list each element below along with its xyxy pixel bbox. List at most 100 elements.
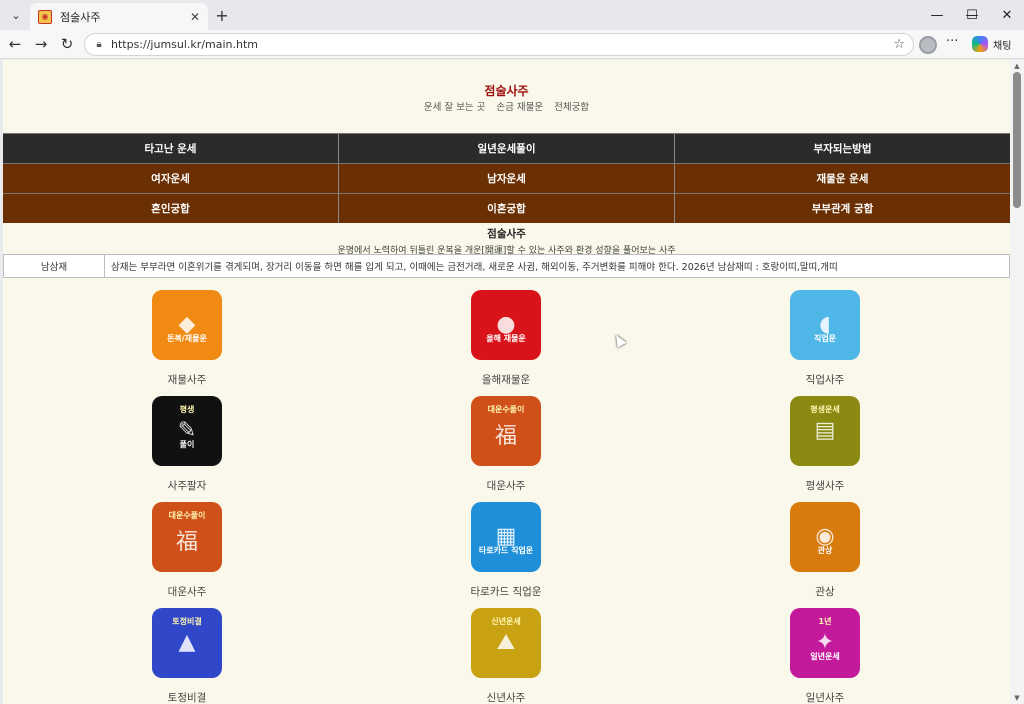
- header-link[interactable]: 손금 재물운: [496, 102, 543, 113]
- tab-close-icon[interactable]: ✕: [190, 10, 200, 24]
- tarot-cards-icon[interactable]: ▦ 타로카드 직업운: [471, 502, 541, 572]
- header-link[interactable]: 운세 잘 보는 곳: [424, 102, 486, 113]
- tile-caption: 올해 재물운: [486, 334, 526, 343]
- service-card-label[interactable]: 올해재물운: [426, 372, 586, 387]
- service-card[interactable]: 대운수풀이 福 대운사주: [107, 502, 267, 599]
- service-card[interactable]: 1년 ✦ 일년운세일년사주: [745, 608, 905, 704]
- tab-list-button[interactable]: ⌄: [6, 5, 26, 25]
- browser-toolbar: ← → ↻ 🔒︎ https://jumsul.kr/main.htm ☆ ··…: [0, 30, 1024, 59]
- tile-top-text: 평생: [179, 405, 195, 414]
- service-card[interactable]: 신년운세 ⛰ 신년사주: [426, 608, 586, 704]
- service-card-label[interactable]: 사주팔자: [107, 478, 267, 493]
- sage-icon[interactable]: 토정비결 ▲: [152, 608, 222, 678]
- books-icon[interactable]: 평생운세 ▤: [790, 396, 860, 466]
- back-button[interactable]: ←: [4, 33, 26, 55]
- intro-title: 점술사주: [487, 228, 526, 240]
- profile-avatar[interactable]: [919, 36, 937, 54]
- one-year-icon[interactable]: 1년 ✦ 일년운세: [790, 608, 860, 678]
- header-link[interactable]: 전체궁합: [554, 102, 589, 113]
- menu-item[interactable]: 재물운 운세: [674, 164, 1010, 193]
- service-card-label[interactable]: 관상: [745, 584, 905, 599]
- tile-caption: 타로카드 직업운: [478, 546, 534, 555]
- more-menu-button[interactable]: ···: [946, 34, 958, 49]
- favorite-star-icon[interactable]: ☆: [893, 37, 905, 52]
- address-bar[interactable]: 🔒︎ https://jumsul.kr/main.htm ☆: [84, 33, 914, 56]
- scroll-down-icon[interactable]: ▼: [1013, 694, 1021, 702]
- menu-item[interactable]: 혼인궁합: [3, 194, 338, 223]
- tile-glyph: ⛰: [496, 630, 516, 655]
- url-text[interactable]: https://jumsul.kr/main.htm: [111, 38, 893, 51]
- menu-item[interactable]: 타고난 운세: [3, 134, 338, 163]
- menu-row: 여자운세 남자운세 재물운 운세: [3, 163, 1010, 193]
- close-window-button[interactable]: ✕: [990, 0, 1024, 30]
- service-card-label[interactable]: 직업사주: [745, 372, 905, 387]
- menu-item[interactable]: 일년운세풀이: [338, 134, 674, 163]
- tab-title: 점술사주: [60, 10, 101, 24]
- landscape-icon[interactable]: 신년운세 ⛰: [471, 608, 541, 678]
- service-card-label[interactable]: 재물사주: [107, 372, 267, 387]
- mouse-cursor-icon: [611, 332, 627, 348]
- menu-row: 혼인궁합 이혼궁합 부부관계 궁합: [3, 193, 1010, 223]
- service-card[interactable]: 평생운세 ▤ 평생사주: [745, 396, 905, 493]
- scroll-up-icon[interactable]: ▲: [1013, 62, 1021, 70]
- notice-label: 남삼재: [4, 255, 105, 277]
- new-tab-button[interactable]: +: [212, 5, 232, 25]
- forward-button[interactable]: →: [30, 33, 52, 55]
- tile-top-text: 1년: [818, 617, 832, 626]
- maximize-button[interactable]: ☐: [955, 0, 989, 30]
- samjae-notice: 남삼재 삼재는 부부라면 이혼위기를 겪게되며, 장거리 이동을 하면 해를 입…: [3, 254, 1010, 278]
- site-favicon-icon: ◉: [38, 9, 52, 24]
- service-card-label[interactable]: 신년사주: [426, 690, 586, 704]
- service-card-label[interactable]: 대운사주: [107, 584, 267, 599]
- site-info-icon[interactable]: 🔒︎: [93, 39, 105, 51]
- tile-top-text: 신년운세: [491, 617, 521, 626]
- service-card[interactable]: ● 올해 재물운올해재물운: [426, 290, 586, 387]
- tile-glyph: ▲: [178, 630, 196, 655]
- tile-caption: 일년운세: [810, 652, 840, 661]
- gold-pig-icon[interactable]: ● 올해 재물운: [471, 290, 541, 360]
- main-menu: 타고난 운세 일년운세풀이 부자되는방법 여자운세 남자운세 재물운 운세 혼인…: [3, 133, 1010, 223]
- menu-item[interactable]: 이혼궁합: [338, 194, 674, 223]
- service-card[interactable]: 대운수풀이 福 대운사주: [426, 396, 586, 493]
- service-card-label[interactable]: 평생사주: [745, 478, 905, 493]
- site-title[interactable]: 점술사주: [3, 82, 1010, 99]
- page-viewport: 점술사주 운세 잘 보는 곳 손금 재물운 전체궁합 타고난 운세 일년운세풀이…: [3, 60, 1010, 704]
- minimize-window-button[interactable]: —: [920, 0, 954, 30]
- calligraphy-icon[interactable]: 평생 ✎ 풀이: [152, 396, 222, 466]
- service-card-label[interactable]: 일년사주: [745, 690, 905, 704]
- service-card[interactable]: ◉ 관상 관상: [745, 502, 905, 599]
- fortune-character-icon[interactable]: 대운수풀이 福: [152, 502, 222, 572]
- tile-glyph: 福: [494, 424, 517, 449]
- vertical-scrollbar[interactable]: ▲ ▼: [1010, 60, 1024, 704]
- service-card[interactable]: ▦ 타로카드 직업운 타로카드 직업운: [426, 502, 586, 599]
- tile-caption: 풀이: [179, 440, 195, 449]
- service-card[interactable]: 토정비결 ▲ 토정비결: [107, 608, 267, 704]
- intro-section: 점술사주 운명에서 노력하여 뒤틀린 운복을 개운[開運]할 수 있는 사주와 …: [3, 226, 1010, 256]
- tile-glyph: ▤: [814, 418, 836, 443]
- menu-item[interactable]: 부부관계 궁합: [674, 194, 1010, 223]
- copilot-chat-button[interactable]: 채팅: [972, 33, 1011, 55]
- service-card-label[interactable]: 타로카드 직업운: [426, 584, 586, 599]
- service-card-label[interactable]: 토정비결: [107, 690, 267, 704]
- service-card[interactable]: 평생 ✎ 풀이사주팔자: [107, 396, 267, 493]
- scroll-thumb[interactable]: [1013, 72, 1021, 208]
- service-card-label[interactable]: 대운사주: [426, 478, 586, 493]
- menu-item[interactable]: 남자운세: [338, 164, 674, 193]
- browser-titlebar: ⌄ ◉ 점술사주 ✕ + — — ☐ ✕: [0, 0, 1024, 30]
- browser-tab[interactable]: ◉ 점술사주 ✕: [30, 3, 208, 30]
- eye-icon[interactable]: ◉ 관상: [790, 502, 860, 572]
- service-card[interactable]: ◆ 돈복/재물운재물사주: [107, 290, 267, 387]
- menu-item[interactable]: 부자되는방법: [674, 134, 1010, 163]
- tile-glyph: 福: [175, 530, 198, 555]
- tile-caption: 돈복/재물운: [167, 334, 207, 343]
- tile-caption: 관상: [817, 546, 833, 555]
- service-card[interactable]: ◖ 직업운직업사주: [745, 290, 905, 387]
- menu-item[interactable]: 여자운세: [3, 164, 338, 193]
- chat-label: 채팅: [993, 40, 1012, 52]
- tile-caption: 직업운: [813, 334, 837, 343]
- fortune-character-icon[interactable]: 대운수풀이 福: [471, 396, 541, 466]
- reload-button[interactable]: ↻: [56, 33, 78, 55]
- money-bag-icon[interactable]: ◆ 돈복/재물운: [152, 290, 222, 360]
- mouse-icon[interactable]: ◖ 직업운: [790, 290, 860, 360]
- menu-row: 타고난 운세 일년운세풀이 부자되는방법: [3, 133, 1010, 163]
